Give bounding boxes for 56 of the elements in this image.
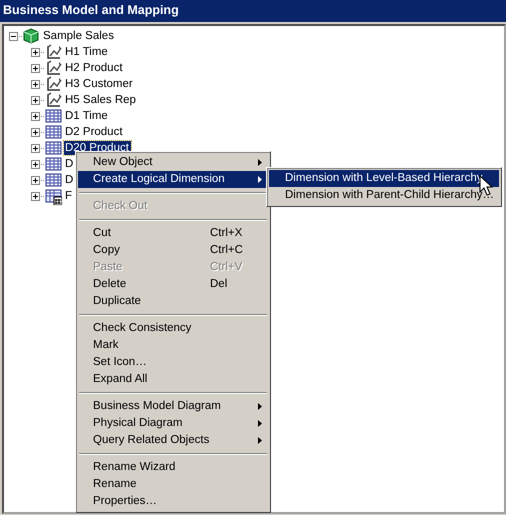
model-cube-icon xyxy=(23,28,40,44)
submenu-arrow-icon xyxy=(258,420,262,427)
menu-item[interactable]: Cut Ctrl+X xyxy=(78,225,268,242)
menu-item[interactable]: Check Consistency xyxy=(78,320,268,337)
tree-item[interactable]: H5 Sales Rep xyxy=(64,93,138,107)
tree-item[interactable]: H2 Product xyxy=(64,61,125,75)
hierarchy-icon xyxy=(45,44,62,60)
hierarchy-icon xyxy=(45,76,62,92)
table-icon xyxy=(45,140,62,156)
tree-item[interactable]: H1 Time xyxy=(64,45,110,59)
collapse-icon[interactable] xyxy=(9,32,18,40)
tree-item[interactable]: D xyxy=(64,157,76,171)
submenu-arrow-icon xyxy=(258,176,262,183)
expand-icon[interactable] xyxy=(31,96,40,104)
menu-item[interactable]: Set Icon… xyxy=(78,354,268,371)
table-icon xyxy=(45,156,62,172)
panel-title: Business Model and Mapping xyxy=(0,0,506,22)
menu-item[interactable]: Dimension with Level-Based Hierarchy xyxy=(269,170,499,187)
expand-icon[interactable] xyxy=(31,112,40,120)
expand-icon[interactable] xyxy=(31,48,40,56)
menu-item[interactable]: Copy Ctrl+C xyxy=(78,242,268,259)
menu-item[interactable]: Business Model Diagram xyxy=(78,398,268,415)
tree-item[interactable]: D xyxy=(64,173,76,187)
tree-item[interactable]: F xyxy=(64,189,74,203)
menu-item[interactable]: Mark xyxy=(78,337,268,354)
expand-icon[interactable] xyxy=(31,128,40,136)
expand-icon[interactable] xyxy=(31,80,40,88)
expand-icon[interactable] xyxy=(31,160,40,168)
submenu-arrow-icon xyxy=(258,403,262,410)
table-icon xyxy=(45,108,62,124)
tree-item[interactable]: D1 Time xyxy=(64,109,110,123)
expand-icon[interactable] xyxy=(31,176,40,184)
hierarchy-icon xyxy=(45,60,62,76)
menu-item[interactable]: Dimension with Parent-Child Hierarchy… xyxy=(269,187,499,204)
submenu-arrow-icon xyxy=(258,437,262,444)
menu-item[interactable]: New Object xyxy=(78,154,268,171)
menu-item[interactable]: Physical Diagram xyxy=(78,415,268,432)
expand-icon[interactable] xyxy=(31,64,40,72)
expand-icon[interactable] xyxy=(31,144,40,152)
fact-table-icon xyxy=(45,188,62,204)
menu-item[interactable]: Create Logical Dimension xyxy=(78,171,268,188)
tree-item[interactable]: H3 Customer xyxy=(64,77,135,91)
menu-item[interactable]: Rename Wizard xyxy=(78,459,268,476)
menu-item[interactable]: Delete Del xyxy=(78,276,268,293)
table-icon xyxy=(45,172,62,188)
menu-item[interactable]: Rename xyxy=(78,476,268,493)
menu-item[interactable]: Query Related Objects xyxy=(78,432,268,449)
expand-icon[interactable] xyxy=(31,192,40,200)
menu-item[interactable]: Properties… xyxy=(78,493,268,510)
tree-item[interactable]: D2 Product xyxy=(64,125,125,139)
hierarchy-icon xyxy=(45,92,62,108)
menu-item[interactable]: Duplicate xyxy=(78,293,268,310)
table-icon xyxy=(45,124,62,140)
tree-item[interactable]: Sample Sales xyxy=(42,29,116,43)
menu-item[interactable]: Expand All xyxy=(78,371,268,388)
submenu-arrow-icon xyxy=(258,159,262,166)
